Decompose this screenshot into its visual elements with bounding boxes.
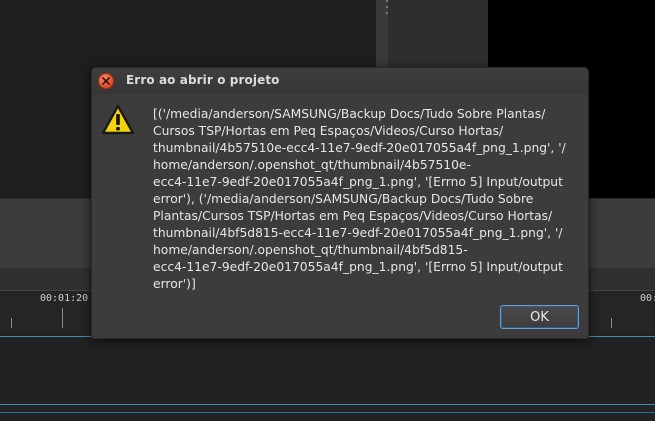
timeline-tracks (0, 334, 655, 421)
dialog-titlebar[interactable]: Erro ao abrir o projeto (92, 68, 588, 94)
ruler-tick (11, 318, 12, 328)
close-icon[interactable] (98, 73, 114, 89)
track-divider (0, 412, 655, 413)
ruler-tick (611, 318, 612, 328)
track-divider (0, 404, 655, 405)
openshot-main-window: 00:01:20 00: Erro ao abrir o projeto [('… (0, 0, 655, 421)
error-message: [('/media/anderson/SAMSUNG/Backup Docs/T… (153, 107, 566, 291)
ruler-time-label: 00:01:20 (40, 293, 89, 304)
ruler-time-label-right: 00: (640, 293, 655, 304)
warning-icon (101, 104, 135, 135)
middle-panel (388, 0, 488, 70)
ruler-tick-major (62, 308, 63, 328)
error-dialog: Erro ao abrir o projeto [('/media/anders… (91, 67, 589, 339)
dialog-title: Erro ao abrir o projeto (126, 73, 280, 87)
ok-button[interactable]: OK (500, 305, 579, 329)
